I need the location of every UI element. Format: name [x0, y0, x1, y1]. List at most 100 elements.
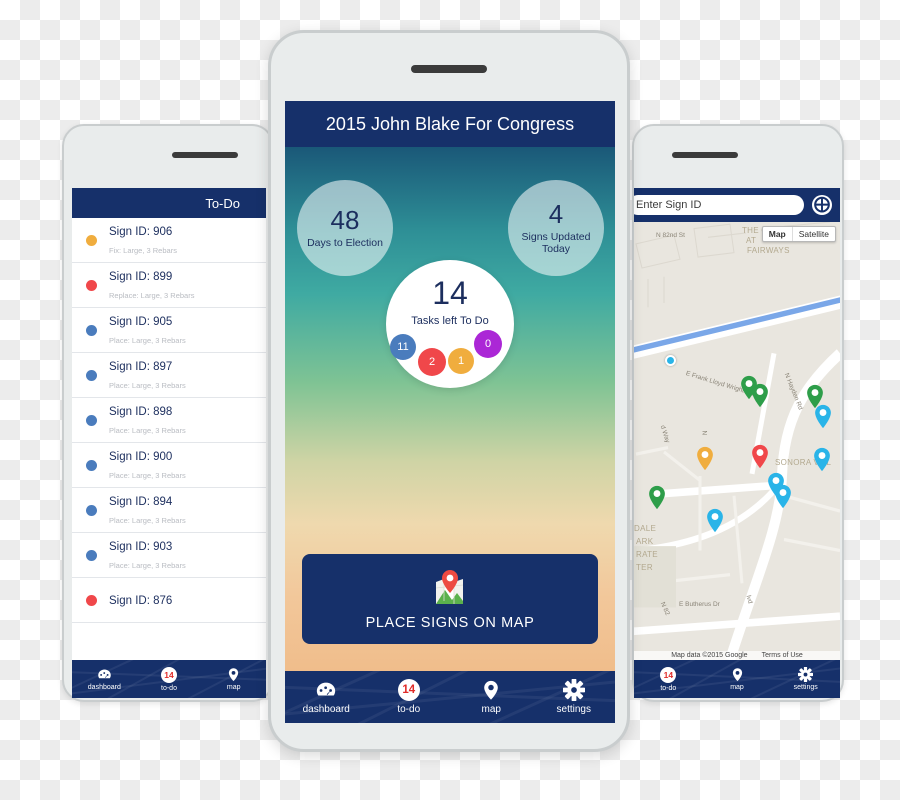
map-sign-pin[interactable]	[751, 444, 769, 474]
task-chip[interactable]: 1	[448, 348, 474, 374]
nav-item-to-do[interactable]: 14 to-do	[137, 666, 202, 692]
todo-list[interactable]: Sign ID: 906 Fix: Large, 3 Rebars Sign ID:…	[72, 218, 266, 660]
status-dot-icon	[86, 324, 97, 336]
map-sign-pin[interactable]	[706, 508, 724, 538]
place-signs-on-map-button[interactable]: PLACE SIGNS ON MAP	[302, 554, 598, 644]
task-chip[interactable]: 2	[418, 348, 446, 376]
nav-item-map[interactable]: map	[450, 679, 533, 715]
status-dot-icon	[86, 594, 97, 606]
stat-signs-updated-today: 4 Signs Updated Today	[508, 180, 604, 276]
tasks-left-summary[interactable]: 14 Tasks left To Do 11 2 1 0	[386, 260, 514, 388]
todo-count-badge: 14	[397, 679, 420, 701]
status-dot-icon	[86, 234, 97, 246]
nav-label: map	[226, 684, 241, 691]
sign-task-detail: Replace: Large, 3 Rebars	[109, 291, 195, 300]
pin-icon	[752, 383, 768, 408]
todo-text: Sign ID: 900 Place: Large, 3 Rebars	[109, 447, 186, 484]
nav-item-map[interactable]: map	[703, 667, 772, 691]
pin-icon	[229, 668, 239, 682]
phone-speaker-icon	[672, 152, 738, 158]
page-title: 2015 John Blake For Congress	[325, 113, 575, 134]
terms-of-use-link[interactable]: Terms of Use	[762, 652, 803, 659]
todo-list-item[interactable]: Sign ID: 899 Replace: Large, 3 Rebars	[72, 263, 266, 308]
map-type-control[interactable]: Map Satellite	[761, 226, 836, 242]
nav-item-dashboard[interactable]: dashboard	[72, 667, 137, 691]
pin-icon	[752, 444, 768, 469]
todo-list-item[interactable]: Sign ID: 906 Fix: Large, 3 Rebars	[72, 218, 266, 263]
phone-speaker-icon	[172, 152, 238, 158]
status-dot-icon	[86, 504, 97, 516]
map-sign-pin[interactable]	[813, 447, 831, 477]
nav-item-settings[interactable]: settings	[771, 667, 840, 691]
nav-label: map	[730, 684, 744, 691]
stat-value: 48	[330, 205, 360, 236]
sign-id-label: Sign ID: 894	[109, 495, 173, 508]
nav-item-settings[interactable]: settings	[533, 679, 616, 715]
todo-list-item[interactable]: Sign ID: 905 Place: Large, 3 Rebars	[72, 308, 266, 353]
nav-icon: 14	[660, 666, 677, 683]
mockup-stage: To-Do Sign ID: 906 Fix: Large, 3 Rebars Si…	[0, 0, 900, 800]
search-input[interactable]: Enter Sign ID	[634, 195, 804, 215]
task-chip[interactable]: 0	[474, 330, 502, 358]
todo-list-item[interactable]: Sign ID: 876	[72, 578, 266, 623]
nav-icon	[562, 679, 585, 701]
sign-id-label: Sign ID: 899	[109, 270, 173, 283]
map-type-map-button[interactable]: Map	[763, 227, 792, 241]
nav-icon	[97, 667, 112, 682]
map-type-satellite-button[interactable]: Satellite	[791, 227, 835, 241]
map-search-bar: Enter Sign ID ⨁	[634, 188, 840, 222]
nav-icon	[798, 667, 814, 682]
map-sign-pin[interactable]	[814, 404, 832, 434]
nav-label: map	[481, 704, 501, 715]
map-sign-pin[interactable]	[751, 383, 769, 413]
stat-days-to-election: 48 Days to Election	[297, 180, 393, 276]
sign-task-detail: Fix: Large, 3 Rebars	[109, 246, 177, 255]
bottom-nav-center[interactable]: dashboard 14 to-do map settings	[285, 671, 615, 723]
map-sign-pin[interactable]	[696, 446, 714, 476]
pin-icon	[775, 484, 791, 509]
bottom-nav-right[interactable]: 14 to-do map settings	[634, 660, 840, 698]
sign-id-label: Sign ID: 905	[109, 315, 173, 328]
phone-screen-right: Enter Sign ID ⨁ N 82nd St THE AT FAIRWAY…	[634, 188, 840, 698]
task-chip[interactable]: 11	[390, 334, 416, 360]
sign-id-label: Sign ID: 876	[109, 594, 173, 607]
todo-text: Sign ID: 894 Place: Large, 3 Rebars	[109, 492, 186, 529]
nav-label: to-do	[161, 684, 177, 692]
pin-icon	[814, 447, 830, 472]
todo-list-item[interactable]: Sign ID: 903 Place: Large, 3 Rebars	[72, 533, 266, 578]
status-dot-icon	[86, 459, 97, 471]
plus-icon[interactable]: ⨁	[812, 195, 832, 215]
nav-label: dashboard	[302, 704, 350, 715]
todo-text: Sign ID: 898 Place: Large, 3 Rebars	[109, 402, 186, 439]
campaign-title-bar: 2015 John Blake For Congress	[285, 101, 615, 147]
nav-icon: 14	[161, 666, 177, 683]
map-screen: Enter Sign ID ⨁ N 82nd St THE AT FAIRWAY…	[634, 188, 840, 698]
map-sign-pin[interactable]	[648, 485, 666, 515]
sign-task-detail: Place: Large, 3 Rebars	[109, 561, 186, 570]
nav-item-to-do[interactable]: 14 to-do	[368, 679, 451, 715]
todo-list-item[interactable]: Sign ID: 897 Place: Large, 3 Rebars	[72, 353, 266, 398]
nav-icon	[480, 679, 502, 701]
todo-text: Sign ID: 906 Fix: Large, 3 Rebars	[109, 222, 177, 259]
todo-list-item[interactable]: Sign ID: 894 Place: Large, 3 Rebars	[72, 488, 266, 533]
sign-task-detail: Place: Large, 3 Rebars	[109, 381, 186, 390]
pin-icon	[697, 446, 713, 471]
nav-item-dashboard[interactable]: dashboard	[285, 679, 368, 715]
status-dot-icon	[86, 279, 97, 291]
sign-task-detail: Place: Large, 3 Rebars	[109, 516, 186, 525]
phone-device-left: To-Do Sign ID: 906 Fix: Large, 3 Rebars Si…	[62, 124, 274, 702]
map-canvas[interactable]: N 82nd StTHE OFFICESATFAIRWAYSE Frank Ll…	[634, 222, 840, 660]
stat-label: Days to Election	[307, 237, 383, 250]
map-sign-pin[interactable]	[774, 484, 792, 514]
tasks-count: 14	[432, 275, 468, 311]
gauge-icon	[98, 669, 111, 679]
todo-list-item[interactable]: Sign ID: 900 Place: Large, 3 Rebars	[72, 443, 266, 488]
tasks-label: Tasks left To Do	[411, 315, 489, 327]
bottom-nav-left[interactable]: dashboard 14 to-do map	[72, 660, 266, 698]
todo-text: Sign ID: 876	[109, 591, 172, 609]
todo-list-item[interactable]: Sign ID: 898 Place: Large, 3 Rebars	[72, 398, 266, 443]
nav-item-map[interactable]: map	[201, 667, 266, 691]
sign-id-label: Sign ID: 897	[109, 360, 173, 373]
sign-task-detail: Place: Large, 3 Rebars	[109, 336, 186, 345]
nav-item-to-do[interactable]: 14 to-do	[634, 666, 703, 692]
